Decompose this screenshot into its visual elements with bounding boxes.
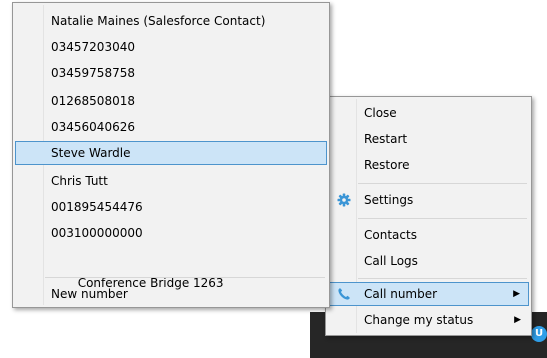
contact-label: 03459758758	[51, 66, 135, 80]
restore-menu-item[interactable]: Restore	[328, 153, 529, 177]
menu-separator	[358, 218, 527, 219]
contact-label: Steve Wardle	[51, 146, 131, 160]
contact-item-selected[interactable]: Steve Wardle	[15, 141, 327, 165]
change-status-label: Change my status	[364, 313, 474, 327]
menu-separator	[45, 277, 325, 278]
contact-item[interactable]: Natalie Maines (Salesforce Contact)	[15, 9, 327, 33]
phone-icon	[332, 282, 356, 306]
close-menu-item[interactable]: Close	[328, 101, 529, 125]
contact-label: 001895454476	[51, 200, 143, 214]
submenu-arrow-icon: ▶	[513, 289, 520, 299]
menu-separator	[358, 278, 527, 279]
call-number-menu-item[interactable]: Call number ▶	[328, 282, 529, 306]
change-status-menu-item[interactable]: Change my status ▶	[328, 308, 529, 332]
call-logs-label: Call Logs	[364, 254, 418, 268]
call-number-submenu: Natalie Maines (Salesforce Contact) 0345…	[12, 2, 330, 308]
menu-separator	[358, 183, 527, 184]
desktop: ʌ U Close Restart Restore	[0, 0, 547, 358]
contact-item[interactable]: 03456040626	[15, 115, 327, 139]
contact-label: Chris Tutt	[51, 174, 108, 188]
new-number-menu-item[interactable]: New number	[15, 282, 327, 306]
close-label: Close	[364, 106, 397, 120]
tray-context-menu: Close Restart Restore Settings Contacts …	[325, 96, 532, 336]
contact-item[interactable]: 003100000000	[15, 221, 327, 245]
restore-label: Restore	[364, 158, 410, 172]
contact-item[interactable]: 001895454476	[15, 195, 327, 219]
call-logs-menu-item[interactable]: Call Logs	[328, 249, 529, 273]
restart-label: Restart	[364, 132, 408, 146]
settings-label: Settings	[364, 193, 414, 207]
gear-icon	[332, 188, 356, 212]
contact-label: 03456040626	[51, 120, 135, 134]
contact-label: 01268508018	[51, 94, 135, 108]
contact-label: 003100000000	[51, 226, 143, 240]
contact-item[interactable]: 03457203040	[15, 35, 327, 59]
contact-item[interactable]: 03459758758	[15, 61, 327, 85]
settings-menu-item[interactable]: Settings	[328, 188, 529, 212]
new-number-label: New number	[51, 287, 128, 301]
contacts-label: Contacts	[364, 228, 417, 242]
contacts-menu-item[interactable]: Contacts	[328, 223, 529, 247]
app-tray-icon[interactable]: U	[531, 326, 547, 342]
contact-item[interactable]: Conference Bridge 1263	[15, 247, 327, 290]
contact-label: 03457203040	[51, 40, 135, 54]
contact-label: Natalie Maines (Salesforce Contact)	[51, 14, 266, 28]
restart-menu-item[interactable]: Restart	[328, 127, 529, 151]
submenu-arrow-icon: ▶	[514, 315, 521, 325]
call-number-label: Call number	[364, 287, 438, 301]
contact-item[interactable]: 01268508018	[15, 89, 327, 113]
contact-item[interactable]: Chris Tutt	[15, 169, 327, 193]
